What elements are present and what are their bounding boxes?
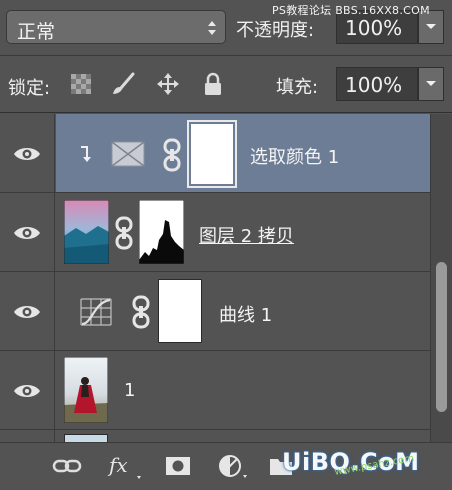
selective-color-adjustment-icon xyxy=(111,141,145,167)
opacity-value: 100% xyxy=(345,16,403,40)
fill-dropdown-button[interactable] xyxy=(418,67,444,101)
layer-name[interactable]: 曲线 1 xyxy=(219,301,272,327)
visibility-toggle[interactable] xyxy=(0,430,55,442)
chain-link-icon xyxy=(163,138,181,172)
layer-name[interactable]: 选取颜色 1 xyxy=(250,143,339,169)
layer-row-photo[interactable]: 1 xyxy=(0,351,430,430)
link-layers-icon[interactable] xyxy=(52,453,82,479)
layer-body: 曲线 1 xyxy=(56,272,430,350)
lock-label: 锁定: xyxy=(8,78,51,99)
layer-name[interactable]: 1 xyxy=(124,380,135,401)
curves-mask-thumbnail[interactable] xyxy=(158,279,202,343)
layer-row-curves[interactable]: 曲线 1 xyxy=(0,272,430,351)
watermark-text: PS教程论坛 BBS.16XX8.COM xyxy=(272,4,430,17)
fill-input[interactable]: 100% xyxy=(336,67,418,101)
layer-row-selective-color[interactable]: 选取颜色 1 xyxy=(0,114,430,193)
eye-icon xyxy=(14,306,40,318)
lock-transparent-pixels-icon[interactable] xyxy=(68,71,94,97)
visibility-toggle[interactable] xyxy=(0,272,55,350)
layers-list: 选取颜色 1 图层 2 拷贝 曲线 1 1 xyxy=(0,114,430,442)
chain-link-icon xyxy=(132,295,150,329)
blend-opacity-bar: 正常 不透明度: 100% PS教程论坛 BBS.16XX8.COM xyxy=(0,0,452,56)
scrollbar-thumb[interactable] xyxy=(436,262,447,412)
updown-arrow-icon xyxy=(208,21,216,35)
lock-icon[interactable] xyxy=(200,71,226,97)
move-arrows-icon[interactable] xyxy=(155,71,181,97)
eye-icon xyxy=(14,385,40,397)
blend-mode-value: 正常 xyxy=(17,21,56,43)
layer-body: 图层 2 拷贝 xyxy=(56,193,430,271)
brush-icon[interactable] xyxy=(110,71,136,97)
layer-row-partial[interactable] xyxy=(0,430,430,442)
blend-mode-select[interactable]: 正常 xyxy=(6,10,226,44)
landscape-thumbnail-image[interactable] xyxy=(64,200,109,264)
fill-label: 填充: xyxy=(276,77,319,98)
layer-mask-thumbnail[interactable] xyxy=(139,200,184,264)
fill-value: 100% xyxy=(345,73,403,97)
adjustment-layer-icon[interactable] xyxy=(217,453,251,481)
layer-name[interactable]: 图层 2 拷贝 xyxy=(199,222,294,248)
curves-adjustment-icon xyxy=(80,298,112,326)
partial-thumbnail-image[interactable] xyxy=(64,434,108,442)
mask-thumbnail-selected[interactable] xyxy=(187,120,237,188)
layer-body: 选取颜色 1 xyxy=(56,114,430,192)
visibility-toggle[interactable] xyxy=(0,351,55,429)
svg-text:fx: fx xyxy=(107,453,128,477)
opacity-label: 不透明度: xyxy=(236,20,315,41)
layer-body xyxy=(56,430,430,442)
lock-fill-bar: 锁定: 填充: 100% xyxy=(0,57,452,113)
layer-row-layer-2-copy[interactable]: 图层 2 拷贝 xyxy=(0,193,430,272)
fx-layer-style-icon[interactable]: fx xyxy=(106,453,146,481)
eye-icon xyxy=(14,227,40,239)
visibility-toggle[interactable] xyxy=(0,114,55,192)
eye-icon xyxy=(14,148,40,160)
clip-arrow-icon xyxy=(81,146,91,162)
layer-body: 1 xyxy=(56,351,430,429)
visibility-toggle[interactable] xyxy=(0,193,55,271)
chevron-down-icon xyxy=(426,81,436,86)
chain-link-icon xyxy=(115,216,133,250)
layers-scrollbar[interactable] xyxy=(430,114,452,442)
photo-thumbnail-image[interactable] xyxy=(64,357,108,423)
add-mask-icon[interactable] xyxy=(164,453,192,479)
